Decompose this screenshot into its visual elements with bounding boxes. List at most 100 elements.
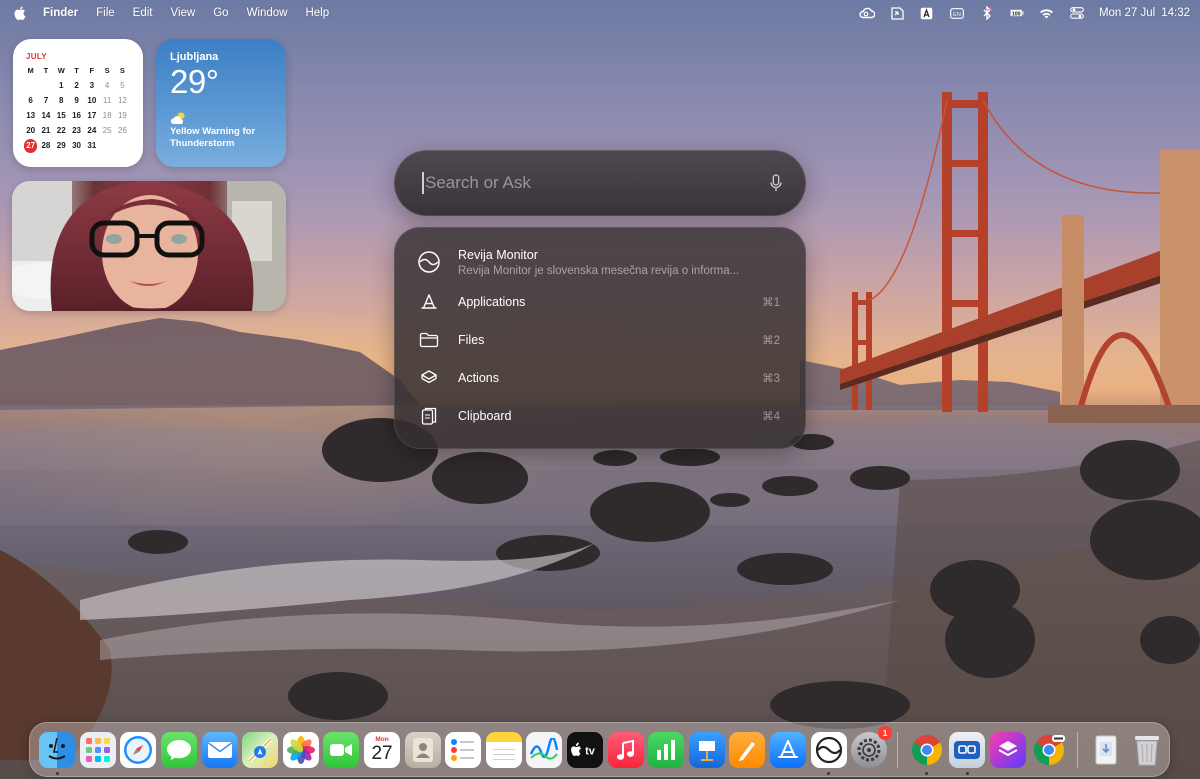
menu-app-name[interactable]: Finder xyxy=(43,7,78,19)
numbers-icon xyxy=(657,739,676,760)
menu-view[interactable]: View xyxy=(171,7,196,19)
microphone-icon[interactable] xyxy=(768,173,784,193)
reminders-icon xyxy=(451,738,475,761)
menu-edit[interactable]: Edit xyxy=(133,7,153,19)
dock-chrome-canary[interactable] xyxy=(1031,732,1067,768)
weather-widget[interactable]: Ljubljana 29° Yellow Warning for Thunder… xyxy=(156,39,286,167)
finder-icon xyxy=(48,737,66,759)
category-label: Actions xyxy=(458,371,499,385)
dock-numbers[interactable] xyxy=(648,731,685,768)
dock-facetime[interactable] xyxy=(323,731,360,768)
dock-shortcuts[interactable] xyxy=(989,731,1026,768)
category-clipboard[interactable]: Clipboard ⌘4 xyxy=(394,397,806,435)
screen-share-icon[interactable] xyxy=(889,6,905,20)
category-actions[interactable]: Actions ⌘3 xyxy=(394,359,806,397)
spotlight-results-panel: Revija Monitor Revija Monitor je slovens… xyxy=(394,227,806,449)
calendar-day: 19 xyxy=(117,111,127,120)
category-label: Applications xyxy=(458,295,526,309)
control-center-icon[interactable] xyxy=(1069,6,1085,20)
photo-widget[interactable] xyxy=(12,181,286,311)
bluetooth-mixed-icon[interactable] xyxy=(979,6,995,20)
weather-temperature: 29° xyxy=(170,63,219,100)
dock-mail[interactable] xyxy=(201,731,238,768)
keynote-icon xyxy=(698,740,715,761)
category-shortcut: ⌘3 xyxy=(762,373,780,385)
monitor-icon xyxy=(815,736,842,763)
weekday-label: S xyxy=(104,66,110,75)
dock-system-settings[interactable]: 1 xyxy=(851,725,893,768)
downloads-stack-icon xyxy=(1095,735,1117,764)
dock-photos[interactable] xyxy=(282,731,319,768)
dock-messages[interactable] xyxy=(161,731,198,768)
dock-downloads[interactable] xyxy=(1088,732,1124,768)
weekday-label: S xyxy=(119,66,125,75)
contacts-icon xyxy=(412,737,433,762)
wifi-icon[interactable] xyxy=(1039,6,1055,20)
dock-safari[interactable] xyxy=(120,731,157,768)
category-label: Clipboard xyxy=(458,409,512,423)
dock-chrome[interactable] xyxy=(909,732,945,775)
spotlight-search-input[interactable] xyxy=(425,173,768,193)
dock-finder[interactable] xyxy=(39,731,76,775)
dock-maps[interactable] xyxy=(242,731,279,768)
category-files[interactable]: Files ⌘2 xyxy=(394,321,806,359)
menu-file[interactable]: File xyxy=(96,7,115,19)
dock-music[interactable] xyxy=(607,731,644,768)
dock-keynote[interactable] xyxy=(688,731,725,768)
calendar-day: 26 xyxy=(117,126,127,135)
status-area: EN 100 Mon 27 Jul 14:32 xyxy=(859,6,1190,20)
dock-calendar-day: 27 xyxy=(371,743,393,764)
folder-icon xyxy=(418,329,440,351)
running-indicator xyxy=(925,771,929,775)
calendar-day: 23 xyxy=(72,126,81,135)
notification-badge: 1 xyxy=(878,725,893,740)
dock-tv[interactable]: tv xyxy=(567,731,604,768)
dock-app-store[interactable] xyxy=(769,731,806,768)
calendar-widget[interactable]: JULY M T W T F S S 1 2 3 4 5 6 7 8 9 10 … xyxy=(13,39,143,167)
menu-window[interactable]: Window xyxy=(247,7,288,19)
screen-sharing-icon xyxy=(954,740,981,759)
weather-city-row: Ljubljana xyxy=(170,51,272,63)
dock-reminders[interactable] xyxy=(445,731,482,768)
calendar-day: 29 xyxy=(56,141,66,150)
calendar-day: 20 xyxy=(26,126,36,135)
mail-icon xyxy=(207,741,232,758)
calendar-day: 31 xyxy=(87,141,97,150)
top-hit-result[interactable]: Revija Monitor Revija Monitor je slovens… xyxy=(394,241,806,283)
partly-cloudy-icon xyxy=(170,111,188,125)
calendar-day: 10 xyxy=(87,96,97,105)
creative-cloud-icon[interactable] xyxy=(859,6,875,20)
menu-go[interactable]: Go xyxy=(213,7,228,19)
svg-text:tv: tv xyxy=(585,745,596,757)
dock-freeform[interactable] xyxy=(526,731,563,768)
dock-monitor[interactable] xyxy=(810,731,847,775)
clipboard-icon xyxy=(418,405,440,427)
calendar-day: 16 xyxy=(72,111,81,120)
calendar-day: 17 xyxy=(87,111,97,120)
menubar-clock[interactable]: Mon 27 Jul 14:32 xyxy=(1099,7,1190,19)
dock-trash[interactable] xyxy=(1129,732,1165,768)
weather-warning: Yellow Warning for Thunderstorm xyxy=(170,126,256,149)
battery-icon[interactable]: 100 xyxy=(1009,6,1025,20)
menu-bar: Finder File Edit View Go Window Help EN … xyxy=(0,0,1200,26)
dock-notes[interactable] xyxy=(485,731,522,768)
menu-help[interactable]: Help xyxy=(305,7,329,19)
safari-icon xyxy=(124,735,153,764)
music-icon xyxy=(616,739,634,760)
dock-screen-sharing[interactable] xyxy=(949,731,986,775)
monitor-app-icon xyxy=(416,249,442,275)
keyboard-input-icon[interactable]: EN xyxy=(949,6,965,20)
apple-menu-icon[interactable] xyxy=(14,6,27,20)
dock-pages[interactable] xyxy=(729,731,766,768)
spotlight-search-bar[interactable] xyxy=(394,150,806,216)
calendar-day: 24 xyxy=(87,126,97,135)
calendar-day: 14 xyxy=(41,111,51,120)
dock-calendar[interactable]: Mon 27 xyxy=(364,731,401,768)
category-label: Files xyxy=(458,333,485,347)
messages-icon xyxy=(167,739,192,760)
a-box-icon[interactable] xyxy=(919,6,935,20)
notes-icon xyxy=(492,748,515,760)
dock-contacts[interactable] xyxy=(404,731,441,768)
dock-launchpad[interactable] xyxy=(79,731,116,768)
category-applications[interactable]: Applications ⌘1 xyxy=(394,283,806,321)
